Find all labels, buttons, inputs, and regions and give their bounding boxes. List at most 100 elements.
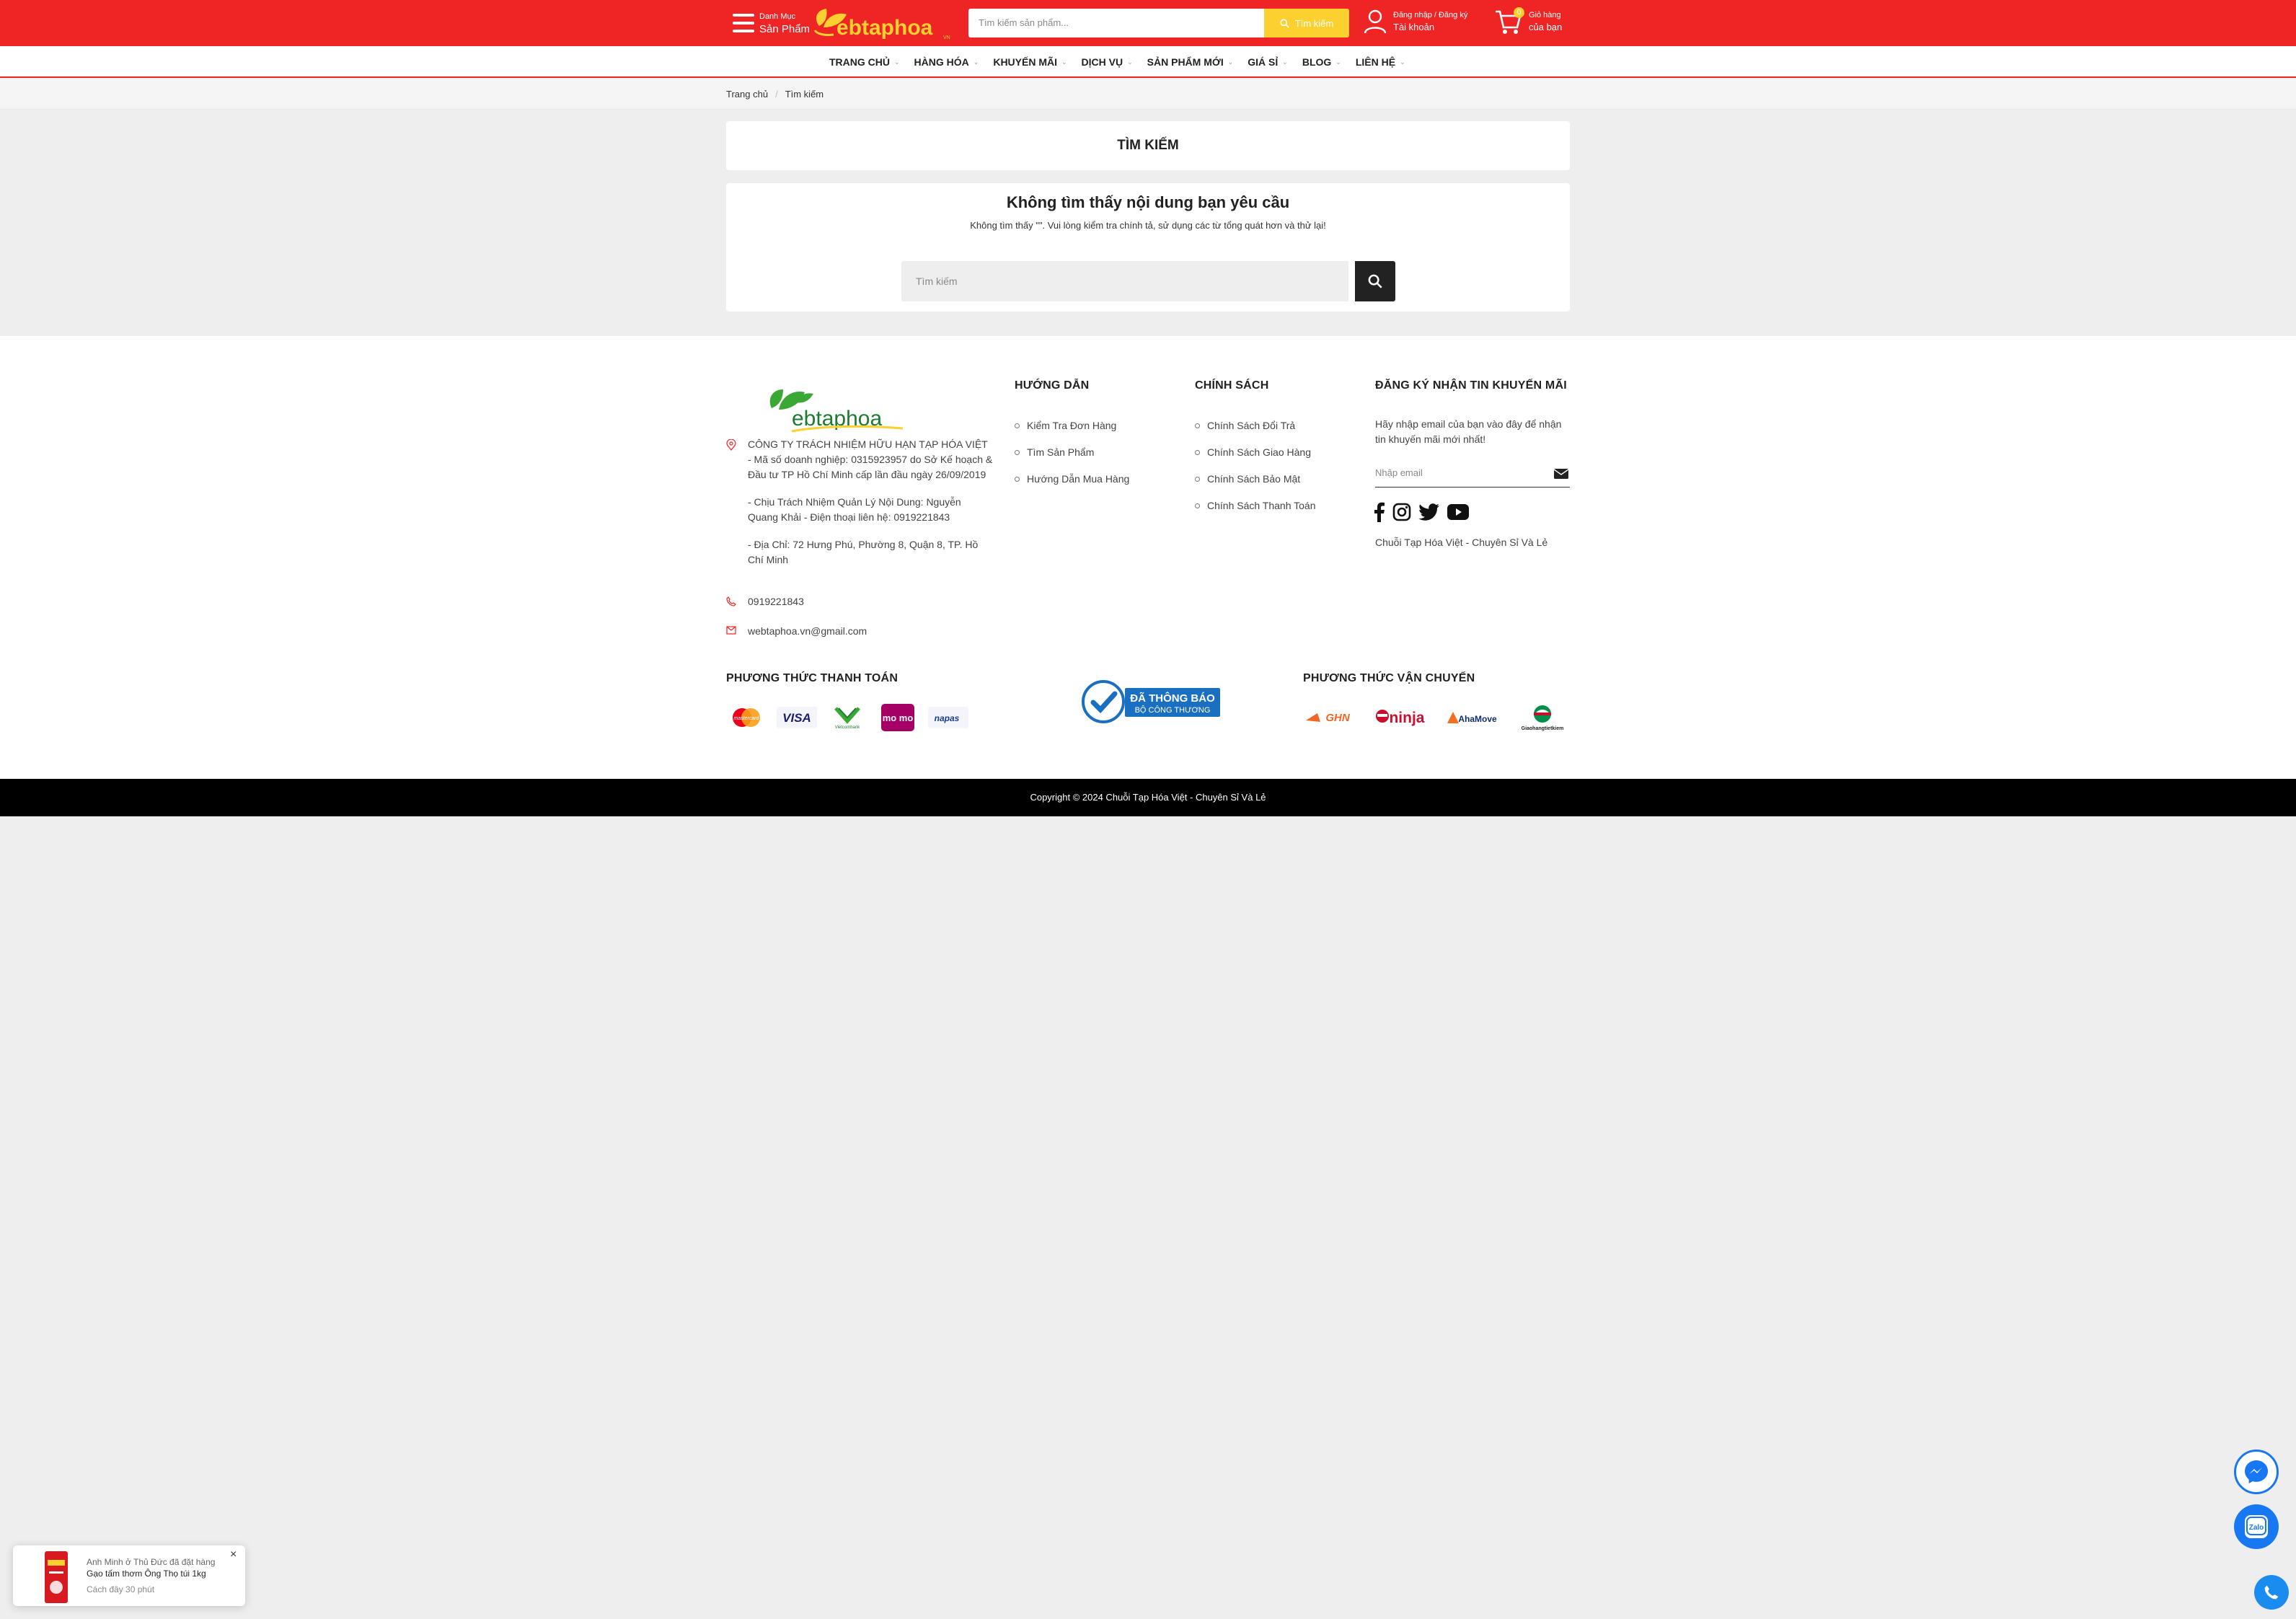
momo-logo: mo mo [878,704,918,731]
footer-tagline: Chuỗi Tạp Hóa Việt - Chuyên Sỉ Và Lẻ [1375,537,1548,548]
guide-link[interactable]: Hướng Dẫn Mua Hàng [1015,473,1129,485]
header-search-input[interactable] [968,9,1264,38]
policy-link[interactable]: Chính Sách Thanh Toán [1195,500,1316,511]
svg-text:mo mo: mo mo [883,713,914,723]
nav-label: SẢN PHẨM MỚI [1147,56,1224,68]
shipping-methods: GHN ninja AhaMove Giaohangtietkiem [1303,704,1570,733]
ahamove-logo: AhaMove [1444,704,1499,733]
top-header: Danh Mục Sản Phẩm ebtaphoa VN Tìm kiếm Đ… [0,0,2296,46]
messenger-button[interactable] [2234,1450,2279,1494]
bct-line1: ĐÃ THÔNG BÁO [1130,692,1215,705]
mastercard-logo: mastercard [726,704,767,731]
newsletter-title: ĐĂNG KÝ NHẬN TIN KHUYẾN MÃI [1375,379,1567,392]
napas-logo: napas [928,704,968,731]
ninja-van-logo: ninja [1374,704,1429,733]
company-line: - Chịu Trách Nhiệm Quản Lý Nội Dung: Ngu… [748,496,961,523]
phone-icon [726,596,736,606]
nav-item-promotions[interactable]: KHUYẾN MÃI ⌄ [993,56,1067,68]
zalo-icon: Zalo [2245,1515,2268,1538]
search-icon [1368,274,1382,288]
svg-text:VISA: VISA [782,711,811,725]
company-phone[interactable]: 0919221843 [726,594,993,609]
send-mail-icon[interactable] [1554,469,1568,479]
guide-title: HƯỚNG DẪN [1015,379,1090,392]
chevron-down-icon: ⌄ [1400,58,1405,66]
newsletter-email-input[interactable] [1375,459,1570,488]
close-icon[interactable]: × [230,1548,237,1561]
nav-item-blog[interactable]: BLOG ⌄ [1302,56,1341,68]
breadcrumb-separator: / [775,89,778,100]
payment-title: PHƯƠNG THỨC THANH TOÁN [726,672,898,684]
policy-link[interactable]: Chính Sách Giao Hàng [1195,446,1316,458]
chevron-down-icon: ⌄ [1282,58,1288,66]
company-info: CÔNG TY TRÁCH NHIỆM HỮU HẠN TẠP HÓA VIỆT… [726,437,993,653]
nav-item-wholesale[interactable]: GIÁ SỈ ⌄ [1248,56,1288,68]
svg-text:Giaohangtietkiem: Giaohangtietkiem [1522,726,1564,731]
company-line: CÔNG TY TRÁCH NHIỆM HỮU HẠN TẠP HÓA VIỆT… [748,438,993,480]
twitter-icon[interactable] [1418,503,1440,521]
search-button[interactable] [1355,261,1395,301]
chevron-down-icon: ⌄ [1127,58,1133,66]
shipping-title: PHƯƠNG THỨC VẬN CHUYỂN [1303,672,1475,684]
instagram-icon[interactable] [1392,503,1411,521]
policy-link[interactable]: Chính Sách Bảo Mật [1195,473,1316,485]
visa-logo: VISA [777,704,817,731]
email-address: webtaphoa.vn@gmail.com [748,625,867,637]
product-thumbnail[interactable] [29,1550,84,1605]
nav-item-products[interactable]: HÀNG HÓA ⌄ [914,56,979,68]
category-menu[interactable]: Danh Mục Sản Phẩm [759,10,810,36]
cart-line2: của bạn [1529,22,1563,32]
menu-icon[interactable] [733,11,754,35]
header-search-button[interactable]: Tìm kiếm [1264,9,1349,38]
mail-icon [726,626,736,635]
svg-text:GHN: GHN [1325,712,1351,724]
guide-link[interactable]: Tìm Sản Phẩm [1015,446,1129,458]
toast-product[interactable]: Gạo tấm thơm Ông Thọ túi 1kg [87,1569,206,1579]
zalo-button[interactable]: Zalo [2234,1504,2279,1549]
user-icon [1364,9,1387,34]
nav-item-home[interactable]: TRANG CHỦ ⌄ [829,56,900,68]
newsletter-description: Hãy nhập email của bạn vào đây để nhận t… [1375,418,1562,445]
nav-label: GIÁ SỈ [1248,56,1279,68]
company-email[interactable]: webtaphoa.vn@gmail.com [726,624,993,639]
footer-logo[interactable]: ebtaphoa [766,381,910,437]
chevron-down-icon: ⌄ [1227,58,1234,66]
page-title: TÌM KIẾM [726,121,1570,170]
account-line1: Đăng nhập / Đăng ký [1393,11,1468,19]
youtube-icon[interactable] [1447,504,1469,520]
site-logo[interactable]: ebtaphoa VN [809,4,953,43]
nav-item-new-products[interactable]: SẢN PHẨM MỚI ⌄ [1147,56,1234,68]
no-result-message: Không tìm thấy "". Vui lòng kiểm tra chí… [970,220,1326,231]
account-link[interactable]: Đăng nhập / Đăng ký Tài khoản [1363,9,1467,35]
company-line: - Địa Chỉ: 72 Hưng Phú, Phường 8, Quận 8… [748,539,979,565]
nav-item-contact[interactable]: LIÊN HỆ ⌄ [1356,56,1405,68]
guide-link[interactable]: Kiểm Tra Đơn Hàng [1015,420,1129,431]
policy-link[interactable]: Chính Sách Đổi Trả [1195,420,1316,431]
logo-text: ebtaphoa [836,16,933,40]
no-result-heading: Không tìm thấy nội dung bạn yêu cầu [1006,193,1290,211]
breadcrumb-bar: Trang chủ / Tìm kiếm [0,79,2296,110]
call-button[interactable] [2254,1575,2289,1610]
bct-certification-badge[interactable]: ĐÃ THÔNG BÁO BỘ CÔNG THƯƠNG [1080,679,1222,724]
guide-links: Kiểm Tra Đơn Hàng Tìm Sản Phẩm Hướng Dẫn… [1015,420,1129,500]
nav-label: KHUYẾN MÃI [993,56,1057,68]
nav-item-services[interactable]: DỊCH VỤ ⌄ [1082,56,1133,68]
logo-suffix: VN [943,35,950,40]
search-input[interactable] [901,261,1348,301]
phone-number: 0919221843 [748,596,804,607]
breadcrumb-home[interactable]: Trang chủ [726,89,768,100]
svg-text:mastercard: mastercard [733,716,759,721]
footer: ebtaphoa CÔNG TY TRÁCH NHIỆM HỮU HẠN TẠP… [0,336,2296,779]
phone-icon [2264,1585,2279,1600]
svg-text:napas: napas [935,713,960,723]
chevron-down-icon: ⌄ [1335,58,1341,66]
svg-text:ninja: ninja [1389,710,1424,726]
cart-link[interactable]: 0 Giỏ hàng của bạn [1494,7,1562,36]
ghtk-logo: Giaohangtietkiem [1515,704,1570,733]
copyright-bar: Copyright © 2024 Chuỗi Tạp Hóa Việt - Ch… [0,779,2296,816]
bct-line2: BỘ CÔNG THƯƠNG [1135,705,1211,715]
svg-text:AhaMove: AhaMove [1458,714,1497,724]
facebook-icon[interactable] [1374,502,1385,522]
nav-label: TRANG CHỦ [829,56,890,68]
policy-title: CHÍNH SÁCH [1195,379,1269,392]
